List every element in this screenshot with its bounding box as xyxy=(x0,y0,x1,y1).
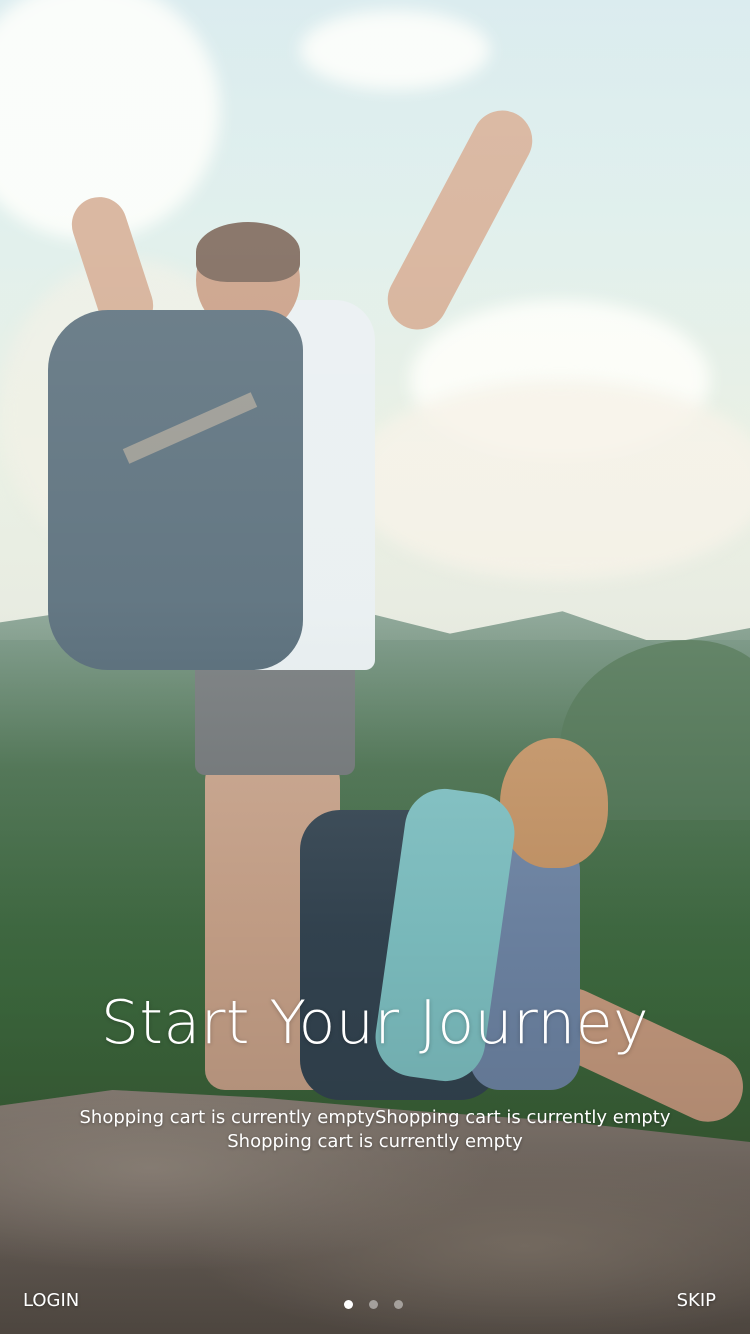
subtitle-line: Shopping cart is currently empty xyxy=(227,1131,523,1152)
login-button[interactable]: LOGIN xyxy=(23,1290,79,1311)
onboarding-headline: Start Your Journey xyxy=(100,988,650,1058)
page-dot[interactable] xyxy=(394,1300,403,1309)
onboarding-subtitle: Shopping cart is currently emptyShopping… xyxy=(75,1106,675,1154)
skip-button[interactable]: SKIP xyxy=(677,1290,716,1311)
page-indicator xyxy=(340,1300,410,1310)
onboarding-screen: Start Your Journey Shopping cart is curr… xyxy=(0,0,750,1334)
page-dot-active[interactable] xyxy=(344,1300,353,1309)
bottom-bar: LOGIN SKIP xyxy=(0,1286,750,1326)
page-dot[interactable] xyxy=(369,1300,378,1309)
subtitle-line: Shopping cart is currently emptyShopping… xyxy=(79,1107,671,1128)
